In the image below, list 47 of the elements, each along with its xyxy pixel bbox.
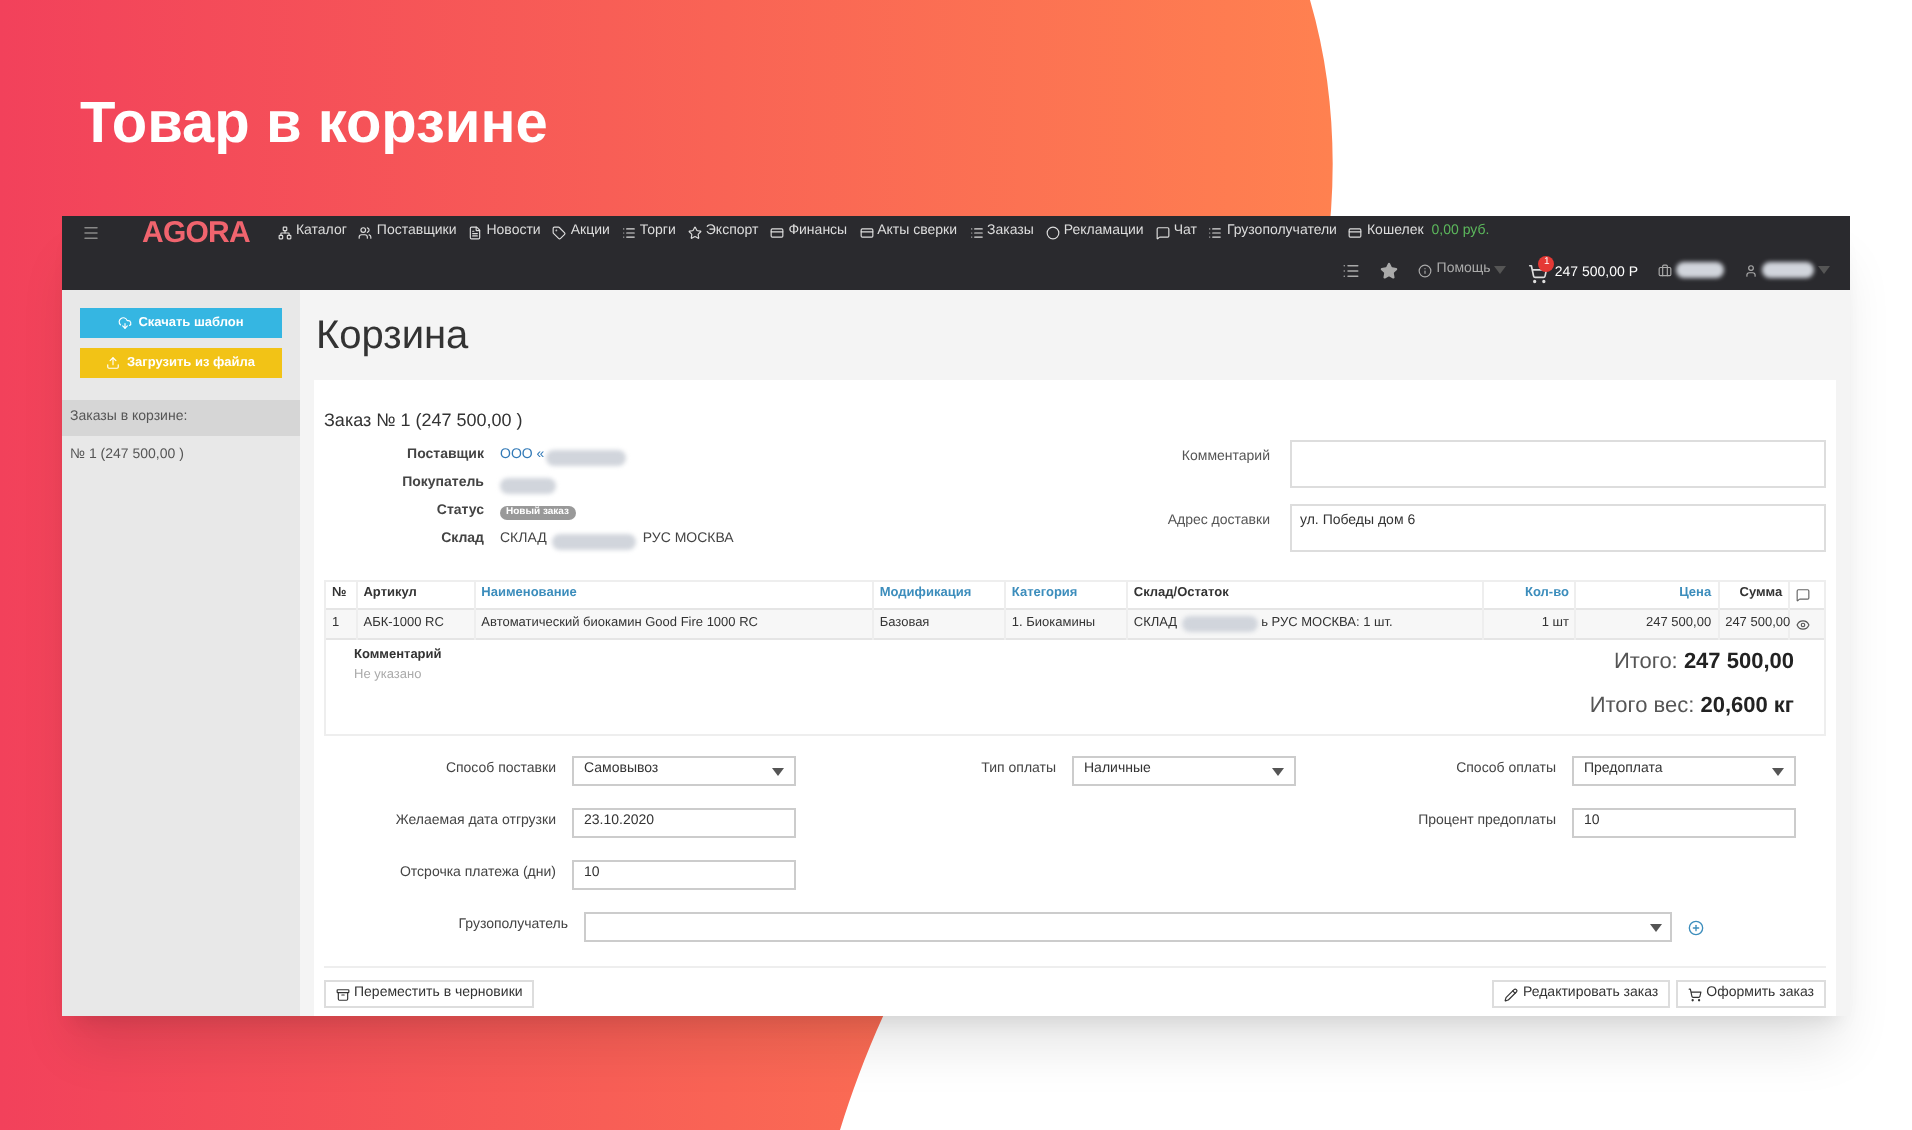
sitemap-icon bbox=[277, 226, 292, 240]
star-icon[interactable] bbox=[1380, 261, 1399, 279]
redacted-block bbox=[552, 533, 637, 549]
redacted-block bbox=[1676, 262, 1724, 278]
archive-icon bbox=[336, 987, 350, 1001]
add-icon[interactable] bbox=[1688, 919, 1704, 935]
card-icon bbox=[770, 226, 785, 240]
caret-icon bbox=[1650, 923, 1662, 931]
slide-title: Товар в корзине bbox=[80, 90, 550, 160]
dot-icon bbox=[1045, 226, 1060, 240]
chat-icon bbox=[1155, 226, 1170, 240]
redacted-block bbox=[500, 477, 556, 493]
caret-icon bbox=[1494, 266, 1507, 274]
user-icon[interactable] bbox=[1744, 263, 1758, 277]
list-icon bbox=[621, 226, 636, 240]
redacted-block bbox=[1181, 616, 1258, 632]
comment-icon bbox=[1796, 587, 1811, 602]
caret-icon bbox=[1272, 767, 1284, 775]
cart-icon bbox=[1688, 987, 1703, 1001]
list-icon bbox=[969, 226, 983, 240]
redacted-block bbox=[546, 449, 627, 465]
order-title: Заказ № 1 (247 500,00 ) bbox=[324, 408, 525, 434]
users-icon bbox=[358, 226, 373, 240]
pencil-icon bbox=[1504, 987, 1519, 1001]
weight-text: Итого вес: 20,600 кг bbox=[1589, 691, 1794, 721]
caret-icon bbox=[1772, 767, 1784, 775]
star-icon bbox=[687, 226, 702, 240]
upload-icon bbox=[106, 356, 121, 370]
comment-field[interactable] bbox=[1290, 440, 1826, 488]
card-icon bbox=[1348, 226, 1363, 240]
card-icon bbox=[859, 226, 874, 240]
eye-icon[interactable] bbox=[1796, 617, 1811, 631]
list-icon[interactable] bbox=[1342, 261, 1361, 279]
total-text: Итого: 247 500,00 bbox=[1613, 648, 1794, 678]
page-title: Корзина bbox=[314, 312, 471, 360]
menu-icon[interactable] bbox=[82, 224, 100, 242]
document-icon bbox=[468, 226, 483, 240]
info-icon bbox=[1418, 263, 1433, 277]
cloud-icon bbox=[118, 316, 133, 330]
caret-icon bbox=[1818, 266, 1830, 274]
caret-icon bbox=[772, 767, 784, 775]
list-icon bbox=[1208, 226, 1223, 240]
briefcase-icon[interactable] bbox=[1658, 263, 1672, 277]
logo[interactable]: AGORA bbox=[142, 218, 250, 248]
redacted-block bbox=[1762, 262, 1814, 278]
tag-icon bbox=[552, 226, 567, 240]
cart-icon bbox=[1528, 264, 1549, 284]
